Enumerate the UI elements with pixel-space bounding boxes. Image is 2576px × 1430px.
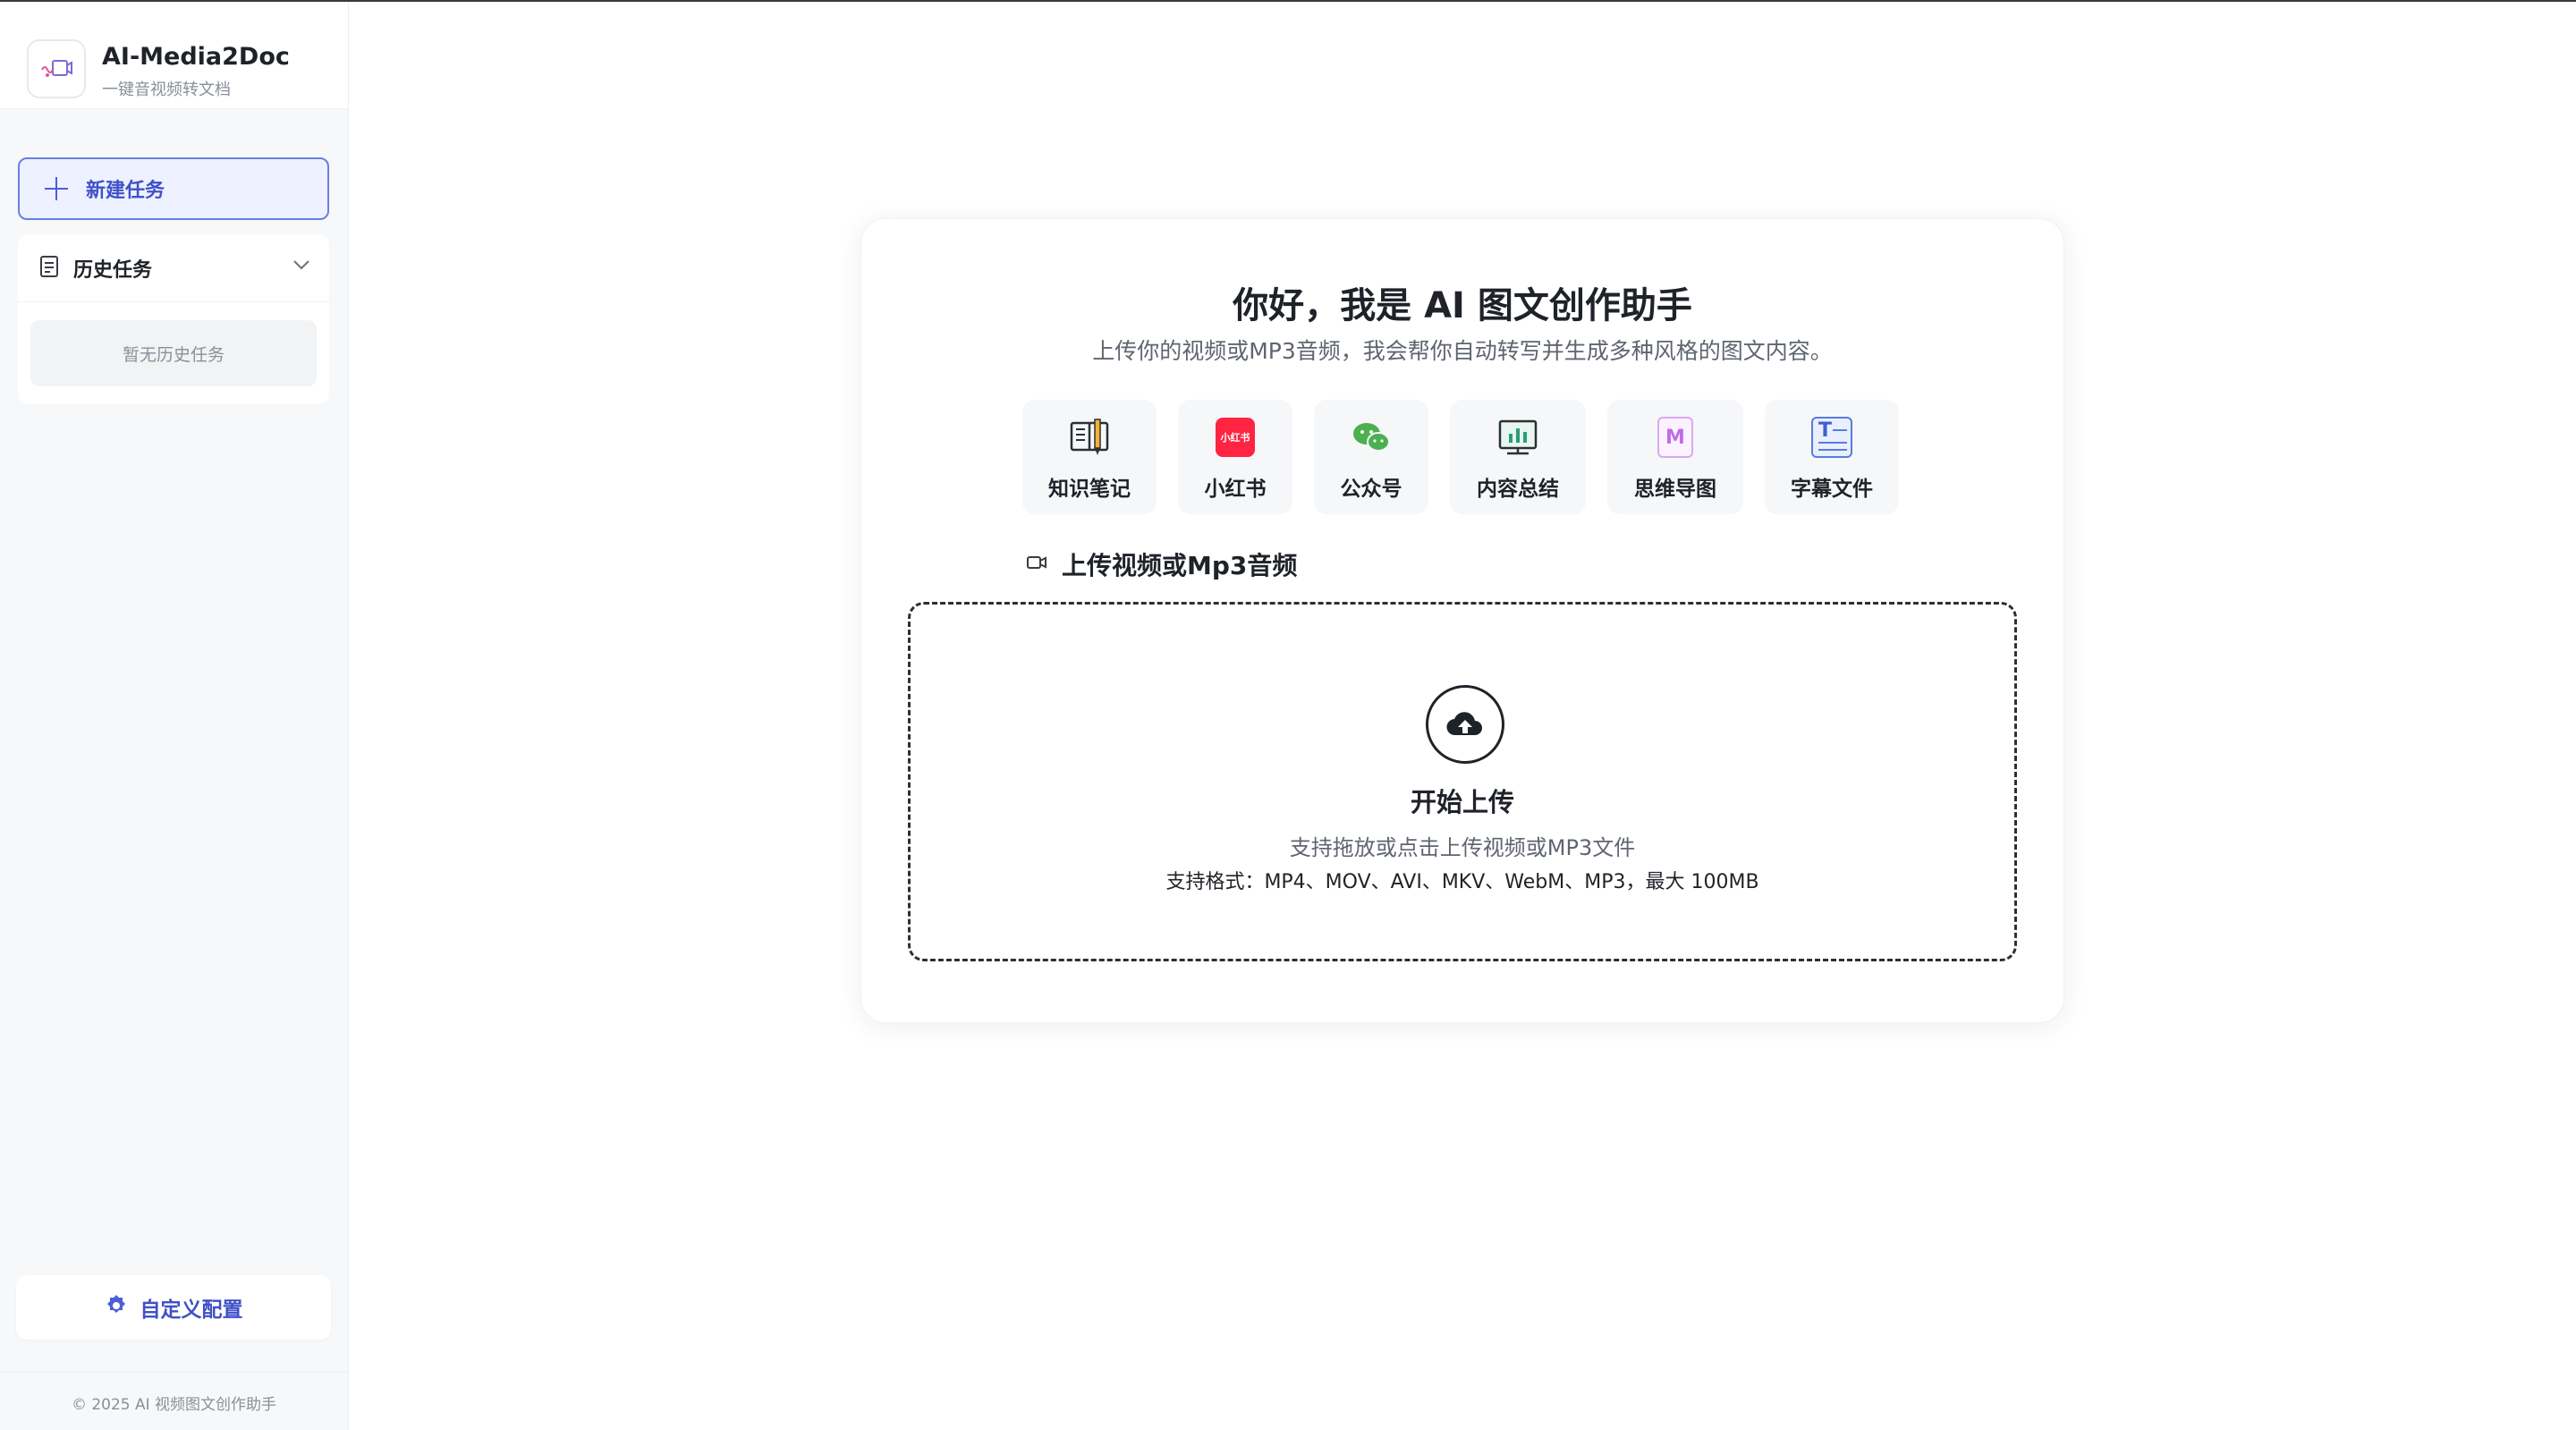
gear-icon xyxy=(105,1294,128,1321)
feature-label: 小红书 xyxy=(1204,478,1267,501)
history-toggle[interactable]: 历史任务 xyxy=(18,234,329,302)
mindmap-icon: M xyxy=(1654,416,1697,459)
document-icon xyxy=(39,255,59,282)
history-panel: 历史任务 暂无历史任务 xyxy=(18,234,329,404)
welcome-card: 你好，我是 AI 图文创作助手 上传你的视频或MP3音频，我会帮你自动转写并生成… xyxy=(860,218,2064,1023)
feature-label: 知识笔记 xyxy=(1048,478,1131,501)
feature-content-summary[interactable]: 内容总结 xyxy=(1450,400,1586,514)
app-logo-icon xyxy=(27,39,86,98)
upload-dropzone[interactable]: 开始上传 支持拖放或点击上传视频或MP3文件 支持格式：MP4、MOV、AVI、… xyxy=(908,602,2017,961)
feature-mindmap[interactable]: M 思维导图 xyxy=(1607,400,1743,514)
chevron-down-icon xyxy=(292,258,311,275)
cloud-upload-icon xyxy=(1426,685,1504,764)
subtitle-file-icon: T xyxy=(1810,416,1853,459)
feature-label: 字幕文件 xyxy=(1791,478,1873,501)
history-title: 历史任务 xyxy=(73,258,153,282)
feature-label: 公众号 xyxy=(1340,478,1402,501)
upload-hint: 支持拖放或点击上传视频或MP3文件 xyxy=(1289,835,1636,860)
app-subtitle: 一键音视频转文档 xyxy=(102,80,231,99)
feature-subtitle-file[interactable]: T 字幕文件 xyxy=(1765,400,1899,514)
welcome-subtitle: 上传你的视频或MP3音频，我会帮你自动转写并生成多种风格的图文内容。 xyxy=(1092,338,1833,364)
feature-label: 内容总结 xyxy=(1477,478,1559,501)
sidebar: AI-Media2Doc 一键音视频转文档 新建任务 历史任务 暂无历史任务 自… xyxy=(0,2,349,1430)
window-top-border xyxy=(0,0,2576,2)
brand-header: AI-Media2Doc 一键音视频转文档 xyxy=(0,2,348,109)
book-notes-icon xyxy=(1068,416,1111,459)
wechat-icon xyxy=(1350,416,1393,459)
history-empty-state: 暂无历史任务 xyxy=(30,320,317,386)
feature-wechat-official[interactable]: 公众号 xyxy=(1314,400,1428,514)
feature-xiaohongshu[interactable]: 小红书 小红书 xyxy=(1178,400,1292,514)
chart-board-icon xyxy=(1496,416,1539,459)
video-camera-icon xyxy=(1026,554,1047,574)
app-title: AI-Media2Doc xyxy=(102,43,290,71)
xiaohongshu-icon: 小红书 xyxy=(1214,416,1257,459)
feature-list: 知识笔记 小红书 小红书 公众号 内容总结 M 思维导图 T 字幕文件 xyxy=(1022,400,1899,514)
plus-icon xyxy=(45,177,68,200)
copyright-footer: © 2025 AI 视频图文创作助手 xyxy=(71,1396,277,1414)
new-task-label: 新建任务 xyxy=(86,180,165,202)
upload-heading-label: 上传视频或Mp3音频 xyxy=(1062,551,1298,580)
upload-formats: 支持格式：MP4、MOV、AVI、MKV、WebM、MP3，最大 100MB xyxy=(1165,871,1759,893)
feature-label: 思维导图 xyxy=(1634,478,1716,501)
custom-config-button[interactable]: 自定义配置 xyxy=(16,1275,331,1340)
custom-config-label: 自定义配置 xyxy=(140,1299,243,1322)
welcome-title: 你好，我是 AI 图文创作助手 xyxy=(1233,285,1692,326)
new-task-button[interactable]: 新建任务 xyxy=(18,157,329,220)
upload-heading: 上传视频或Mp3音频 xyxy=(1026,546,1297,582)
footer-divider xyxy=(0,1372,348,1373)
upload-title: 开始上传 xyxy=(1410,787,1514,817)
feature-knowledge-notes[interactable]: 知识笔记 xyxy=(1022,400,1157,514)
